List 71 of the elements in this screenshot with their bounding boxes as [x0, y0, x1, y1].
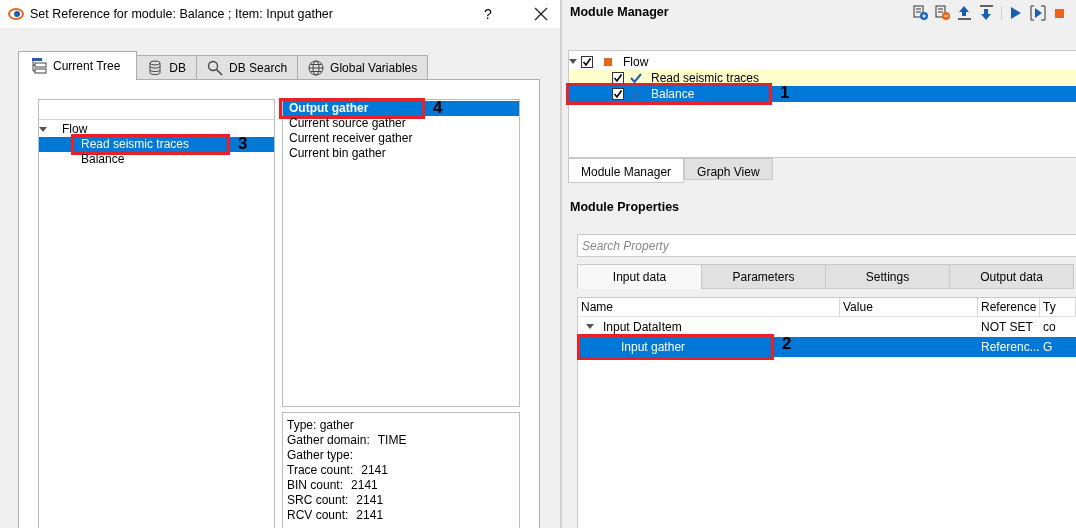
search-icon — [207, 60, 224, 76]
table-cell: NOT SET — [981, 320, 1033, 334]
info-value: 2141 — [361, 463, 388, 478]
tree-item[interactable]: Balance — [39, 152, 274, 167]
search-field[interactable]: Search Property — [577, 234, 1076, 257]
close-icon[interactable] — [534, 7, 548, 21]
check-icon — [630, 89, 642, 99]
help-button[interactable]: ? — [478, 3, 498, 25]
info-value: 2141 — [356, 508, 384, 523]
tree-item[interactable]: Flow — [569, 54, 1076, 70]
info-label: RCV count: — [287, 508, 349, 523]
panel-title: Module Manager — [570, 4, 669, 22]
table-cell: G — [1043, 340, 1053, 354]
move-up-icon[interactable] — [957, 4, 973, 21]
tree-item[interactable]: Balance 1 — [569, 86, 1076, 102]
tab[interactable]: Output data — [949, 264, 1074, 289]
callout-number: 3 — [238, 134, 248, 154]
tab[interactable]: Module Manager — [568, 158, 685, 183]
callout-number: 2 — [782, 334, 792, 354]
info-label: Trace count: — [287, 463, 354, 478]
column-header[interactable]: Reference — [978, 298, 1040, 316]
step-run-icon[interactable] — [1030, 4, 1046, 21]
square-icon — [603, 57, 613, 67]
expand-arrow-icon[interactable] — [39, 126, 47, 133]
panel-title: Module Properties — [570, 199, 680, 217]
callout-number: 1 — [780, 83, 790, 103]
info-label: Gather domain: — [287, 433, 370, 448]
remove-module-icon[interactable] — [935, 4, 951, 21]
tree-item[interactable]: Flow — [39, 122, 274, 137]
table-row[interactable]: Input gather 2 Referenc... G — [578, 337, 1076, 357]
info-label: BIN count: — [287, 478, 344, 493]
info-value: 2141 — [356, 493, 384, 508]
table-row[interactable]: Input DataItem NOT SET co — [578, 317, 1076, 337]
list-item[interactable]: Current source gather — [283, 116, 519, 131]
app-logo-icon — [8, 7, 24, 21]
expand-arrow-icon[interactable] — [586, 324, 594, 330]
tab[interactable]: Current Tree — [18, 51, 138, 80]
tab[interactable]: Parameters — [701, 264, 826, 289]
column-header[interactable]: Ty — [1040, 298, 1076, 316]
info-value: 2141 — [351, 478, 378, 493]
tab[interactable]: Global Variables — [297, 55, 429, 80]
table-cell: Referenc... — [981, 340, 1040, 354]
tree-icon — [31, 58, 47, 74]
check-icon — [630, 73, 642, 83]
tab[interactable]: Settings — [825, 264, 950, 289]
globe-icon — [308, 60, 325, 76]
info-label: Gather type: — [287, 448, 354, 463]
info-label: SRC count: — [287, 493, 349, 508]
list-item[interactable]: Current receiver gather — [283, 131, 519, 146]
tab[interactable]: Graph View — [684, 158, 773, 180]
database-icon — [147, 60, 164, 76]
table-cell: co — [1043, 320, 1056, 334]
table-cell-text: Input gather — [621, 339, 686, 356]
tab[interactable]: DB Search — [196, 55, 299, 80]
checkbox[interactable] — [612, 72, 624, 84]
info-value: TIME — [377, 433, 407, 448]
table-cell-text: Input DataItem — [603, 319, 682, 336]
move-down-icon[interactable] — [979, 4, 995, 21]
tree-item[interactable]: Read seismic traces 3 — [39, 137, 274, 152]
tree-item[interactable]: Read seismic traces — [569, 70, 1076, 86]
column-header[interactable]: Name — [578, 298, 840, 316]
add-module-icon[interactable] — [913, 4, 929, 21]
checkbox[interactable] — [581, 56, 593, 68]
expand-arrow-icon[interactable] — [569, 59, 577, 65]
column-header[interactable]: Value — [840, 298, 978, 316]
callout-number: 4 — [433, 98, 443, 118]
checkbox[interactable] — [612, 88, 624, 100]
info-label: Type: gather — [287, 418, 354, 433]
tab[interactable]: Input data — [577, 264, 702, 289]
list-item[interactable]: Current bin gather — [283, 146, 519, 161]
window-title: Set Reference for module: Balance ; Item: Input gather — [30, 5, 333, 23]
